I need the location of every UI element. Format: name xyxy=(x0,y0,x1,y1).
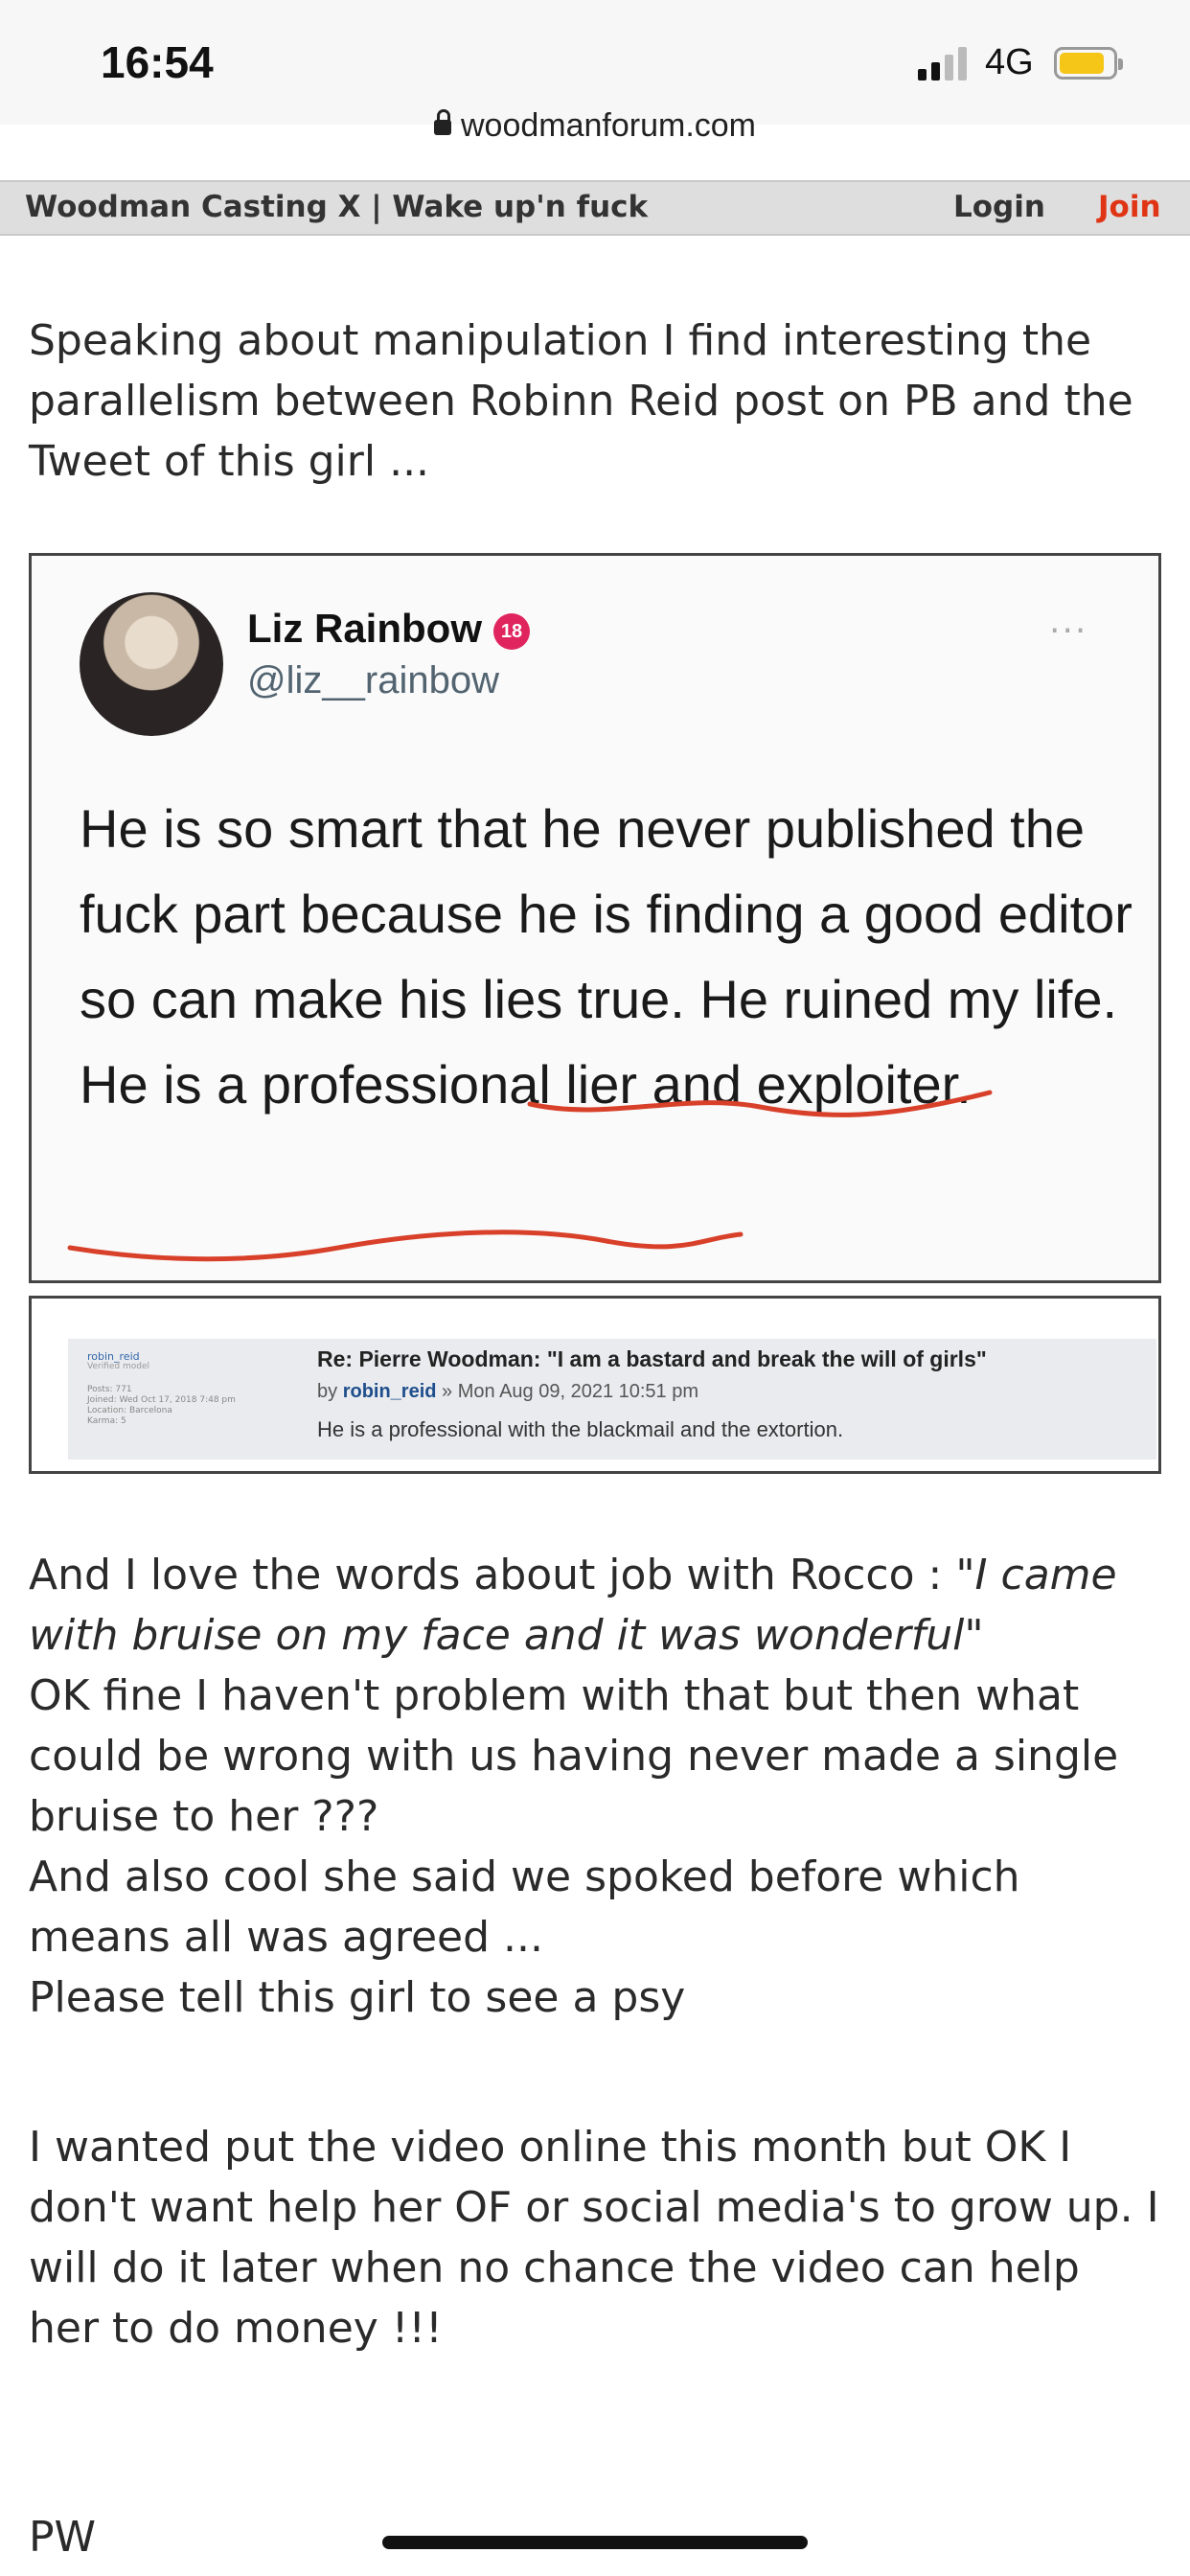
home-indicator[interactable] xyxy=(382,2536,808,2549)
login-link[interactable]: Login xyxy=(953,190,1045,224)
quoted-post-body: He is a professional with the blackmail … xyxy=(317,1417,844,1441)
battery-icon xyxy=(1054,47,1123,80)
quoted-post-byline: by robin_reid » Mon Aug 09, 2021 10:51 p… xyxy=(317,1381,699,1402)
forum-header: Woodman Casting X | Wake up'n fuck Login… xyxy=(0,180,1190,236)
post-closing-text: I wanted put the video online this month… xyxy=(29,2123,1159,2353)
status-bar: 16:54 4G woodmanforum.com xyxy=(0,0,1190,144)
red-underline-annotation xyxy=(67,1090,993,1262)
quoted-post-title: Re: Pierre Woodman: "I am a bastard and … xyxy=(317,1346,987,1371)
post-body-text: And I love the words about job with Rocc… xyxy=(29,1551,1119,2022)
address-bar[interactable]: woodmanforum.com xyxy=(0,107,1190,145)
url-text: woodmanforum.com xyxy=(460,107,756,144)
quoted-post: robin_reid Verified model Posts: 771 Joi… xyxy=(68,1339,1156,1460)
network-type: 4G xyxy=(985,42,1034,82)
lock-icon xyxy=(433,109,451,135)
quoted-user-meta: Posts: 771 Joined: Wed Oct 17, 2018 7:48… xyxy=(87,1385,236,1426)
clock: 16:54 xyxy=(101,37,214,87)
post-intro-text: Speaking about manipulation I find inter… xyxy=(29,316,1133,486)
forum-post-screenshot: robin_reid Verified model Posts: 771 Joi… xyxy=(29,1296,1161,1474)
cellular-signal-icon xyxy=(918,47,967,80)
battery-level xyxy=(1060,53,1104,74)
quoted-user-rank: Verified model xyxy=(87,1362,149,1371)
forum-title-link[interactable]: Woodman Casting X | Wake up'n fuck xyxy=(25,190,648,224)
join-link[interactable]: Join xyxy=(1098,190,1161,224)
tweet-screenshot: Liz Rainbow 18 @liz__rainbow ··· He is so… xyxy=(29,553,1161,1283)
post-signature: PW xyxy=(29,2513,97,2562)
